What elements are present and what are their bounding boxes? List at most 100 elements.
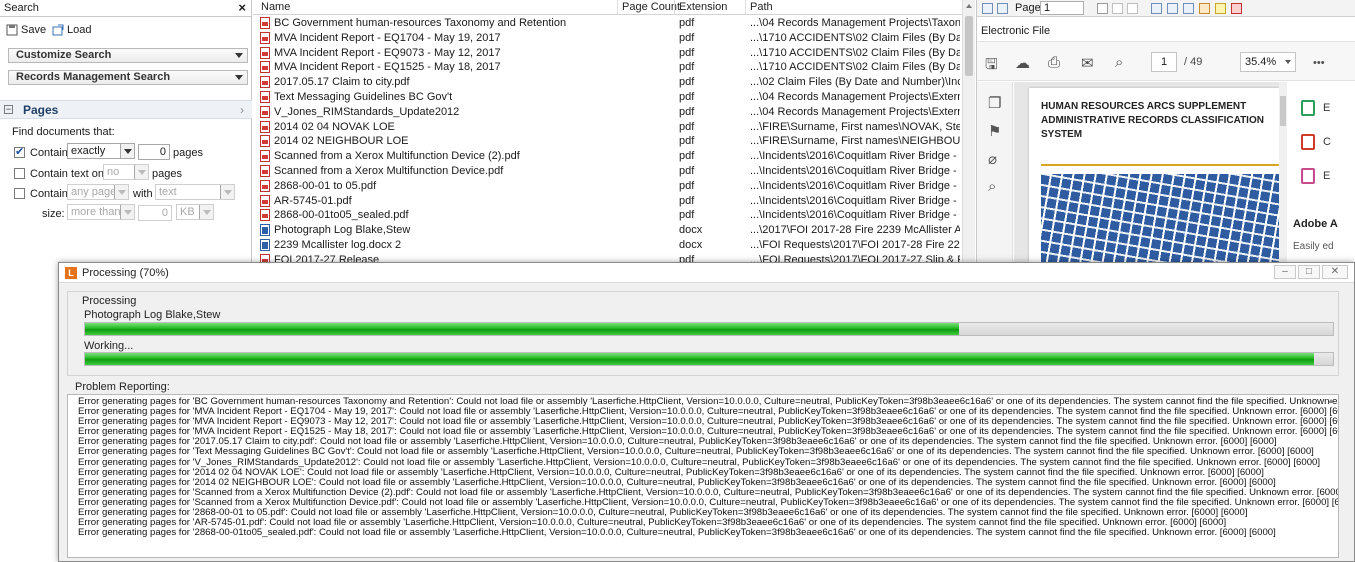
pages-section-header[interactable]: − Pages › (0, 100, 252, 119)
document-viewer: Page: 1 Electronic File 🖫 ☁ ⎙ ✉ ⌕ 1 / 49… (976, 0, 1355, 262)
customize-search-dropdown[interactable]: Customize Search (8, 48, 248, 63)
scrollbar-thumb[interactable] (1280, 96, 1286, 126)
table-row[interactable]: MVA Incident Report - EQ1525 - May 18, 2… (253, 60, 963, 75)
current-page-input[interactable]: 1 (1151, 52, 1177, 72)
table-row[interactable]: MVA Incident Report - EQ9073 - May 12, 2… (253, 46, 963, 61)
load-button[interactable]: Load (52, 24, 91, 36)
file-list: Name Page Count Extension Path BC Govern… (253, 0, 975, 262)
zoom-select[interactable]: 35.4% (1240, 52, 1296, 72)
maximize-button[interactable]: □ (1298, 265, 1320, 279)
bookmark-icon[interactable]: ⚑ (988, 122, 1001, 140)
problem-log-list: Error generating pages for 'BC Governmen… (78, 396, 1338, 538)
table-row[interactable]: 2014 02 04 NOVAK LOE pdf ...\FIRE\Surname,… (253, 120, 963, 135)
table-row[interactable]: Scanned from a Xerox Multifunction Devic… (253, 164, 963, 179)
file-path: ...\Incidents\2016\Coquitlam River Bridg… (750, 209, 960, 222)
next-page-icon[interactable] (997, 3, 1008, 14)
pan-hand-icon[interactable] (1112, 3, 1123, 14)
size-unit-select[interactable]: KB (176, 204, 214, 220)
size-mode-select[interactable]: more than (67, 204, 135, 220)
scroll-up-icon[interactable] (966, 4, 972, 8)
tool-label-create[interactable]: C (1323, 136, 1331, 148)
edit-pdf-icon[interactable] (1301, 168, 1315, 184)
table-row[interactable]: 2017.05.17 Claim to city.pdf pdf ...\02 Cl… (253, 75, 963, 90)
thumbnail-view-icon[interactable] (1183, 3, 1194, 14)
close-search-pane-button[interactable]: × (238, 0, 246, 15)
page-number-input[interactable]: 1 (1040, 1, 1084, 15)
contain-with-checkbox[interactable] (14, 188, 25, 199)
pdf-file-icon (260, 105, 270, 118)
contain-text-checkbox[interactable] (14, 168, 25, 179)
table-row[interactable]: 2014 02 NEIGHBOUR LOE pdf ...\FIRE\Surname… (253, 134, 963, 149)
pdf-canvas[interactable]: HUMAN RESOURCES ARCS SUPPLEMENT ADMINIST… (1014, 82, 1279, 262)
tool-label-export[interactable]: E (1323, 102, 1330, 114)
export-pdf-icon[interactable] (1301, 100, 1315, 116)
text-on-value: no (107, 166, 120, 178)
text-type-select[interactable]: text (155, 184, 235, 200)
scrollbar-thumb[interactable] (965, 16, 973, 76)
select-cursor-icon[interactable] (1097, 3, 1108, 14)
folder-icon[interactable] (1215, 3, 1226, 14)
table-row[interactable]: AR-5745-01.pdf pdf ...\Incidents\2016\Coqu… (253, 194, 963, 209)
pdf-scrollbar[interactable] (1279, 82, 1287, 262)
electronic-file-title: Electronic File (977, 18, 1355, 40)
file-list-scrollbar[interactable] (962, 0, 975, 262)
previous-page-icon[interactable] (982, 3, 993, 14)
attachment-icon[interactable]: ⌀ (988, 150, 997, 168)
contain-mode-select[interactable]: exactly (67, 143, 135, 159)
more-options-icon[interactable]: ••• (1313, 57, 1325, 69)
single-page-view-icon[interactable] (1151, 3, 1162, 14)
two-page-view-icon[interactable] (1167, 3, 1178, 14)
save-icon[interactable]: 🖫 (985, 54, 998, 79)
column-header-name[interactable]: Name (261, 1, 290, 13)
pages-thumbnail-icon[interactable]: ❐ (988, 94, 1001, 112)
tool-label-edit[interactable]: E (1323, 170, 1330, 182)
table-row[interactable]: FOI 2017-27 Release pdf ...\FOI Requests\2… (253, 253, 963, 262)
table-row[interactable]: V_Jones_RIMStandards_Update2012 pdf ...\04… (253, 105, 963, 120)
table-row[interactable]: MVA Incident Report - EQ1704 - May 19, 2… (253, 31, 963, 46)
table-row[interactable]: Text Messaging Guidelines BC Gov't pdf...… (253, 90, 963, 105)
any-page-select[interactable]: any page (67, 184, 129, 200)
dialog-title: Processing (70%) (82, 267, 169, 279)
save-button[interactable]: Save (6, 24, 46, 36)
settings-icon[interactable] (1231, 3, 1242, 14)
dialog-titlebar[interactable]: L Processing (70%) – □ ✕ (59, 263, 1354, 283)
pdf-file-icon (260, 46, 270, 59)
create-pdf-icon[interactable] (1301, 134, 1315, 150)
upload-cloud-icon[interactable]: ☁ (1015, 54, 1030, 72)
size-value-input[interactable]: 0 (138, 205, 172, 221)
column-divider[interactable] (617, 0, 618, 15)
column-divider[interactable] (745, 0, 746, 15)
text-on-select[interactable]: no (103, 164, 149, 180)
annotation-icon[interactable] (1199, 3, 1210, 14)
search-icon[interactable]: ⌕ (1115, 54, 1123, 71)
table-row[interactable]: Photograph Log Blake,Stew docx ...\2017\FO… (253, 223, 963, 238)
table-row[interactable]: Scanned from a Xerox Multifunction Devic… (253, 149, 963, 164)
scroll-up-icon[interactable] (1328, 399, 1334, 403)
table-row[interactable]: 2868-00-01 to 05.pdf pdf ...\Incidents\201… (253, 179, 963, 194)
page-count-input[interactable]: 0 (138, 144, 170, 160)
column-header-path[interactable]: Path (750, 1, 773, 13)
column-header-extension[interactable]: Extension (679, 1, 727, 13)
table-row[interactable]: 2868-00-01to05_sealed.pdf pdf ...\Incident… (253, 208, 963, 223)
chevron-down-icon (220, 185, 234, 199)
load-icon (52, 24, 64, 36)
search-icon[interactable]: ⌕ (988, 178, 996, 195)
column-divider[interactable] (674, 0, 675, 15)
chevron-right-icon[interactable]: › (240, 103, 244, 117)
contain-pages-checkbox[interactable] (14, 145, 25, 158)
file-extension: pdf (679, 179, 695, 192)
column-header-page-count[interactable]: Page Count (622, 1, 680, 13)
print-icon[interactable]: ⎙ (1048, 54, 1060, 71)
table-row[interactable]: BC Government human-resources Taxonomy a… (253, 16, 963, 31)
table-row[interactable]: 2239 Mcallister log.docx 2 docx ...\FOI Re… (253, 238, 963, 253)
collapse-icon[interactable]: − (4, 105, 13, 114)
mail-icon[interactable]: ✉ (1081, 54, 1094, 72)
records-management-search-dropdown[interactable]: Records Management Search (8, 70, 248, 85)
minimize-button[interactable]: – (1274, 265, 1296, 279)
zoom-icon[interactable] (1127, 3, 1138, 14)
pdf-file-icon (260, 209, 270, 222)
file-path: ...\Incidents\2016\Coquitlam River Bridg… (750, 150, 960, 163)
search-pane-title: Search (4, 2, 39, 14)
problem-log[interactable]: Error generating pages for 'BC Governmen… (67, 394, 1339, 558)
close-dialog-button[interactable]: ✕ (1322, 265, 1348, 279)
